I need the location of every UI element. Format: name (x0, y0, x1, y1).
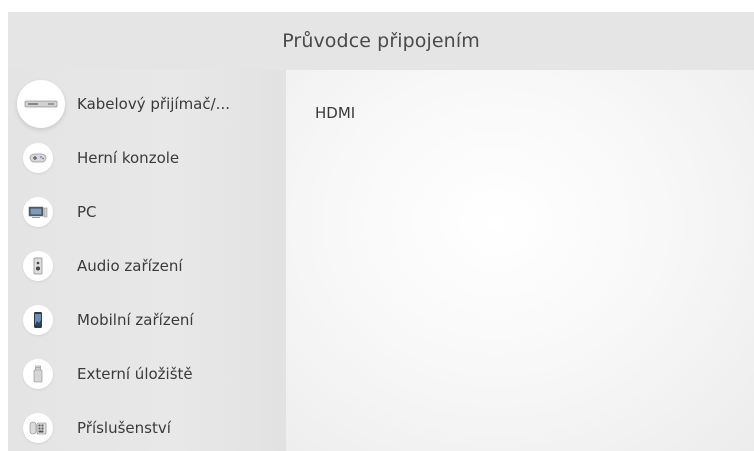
sidebar-item-label: PC (77, 203, 97, 221)
speaker-icon (23, 251, 53, 281)
sidebar-item-external-storage[interactable]: Externí úložiště (8, 352, 286, 396)
connection-type-hdmi[interactable]: HDMI (315, 104, 355, 122)
cable-box-icon (17, 80, 65, 128)
sidebar-item-cable-box[interactable]: Kabelový přijímač/... (8, 80, 286, 128)
sidebar-item-label: Příslušenství (77, 419, 171, 437)
sidebar-item-label: Externí úložiště (77, 365, 193, 383)
usb-drive-icon (23, 359, 53, 389)
sidebar-item-label: Kabelový přijímač/... (77, 95, 230, 113)
connection-guide-screen: Průvodce připojením Kabelový přijímač/..… (8, 12, 754, 451)
sidebar-item-label: Audio zařízení (77, 257, 183, 275)
sidebar-item-audio[interactable]: Audio zařízení (8, 244, 286, 288)
sidebar-item-label: Herní konzole (77, 149, 180, 167)
monitor-icon (23, 197, 53, 227)
header: Průvodce připojením (8, 12, 754, 70)
sidebar-item-label: Mobilní zařízení (77, 311, 194, 329)
page-title: Průvodce připojením (282, 30, 480, 52)
sidebar-item-game-console[interactable]: Herní konzole (8, 136, 286, 180)
keyboard-icon (23, 413, 53, 443)
gamepad-icon (23, 143, 53, 173)
sidebar-item-pc[interactable]: PC (8, 190, 286, 234)
sidebar-item-mobile[interactable]: Mobilní zařízení (8, 298, 286, 342)
sidebar-item-accessories[interactable]: Příslušenství (8, 406, 286, 450)
connection-content-panel: HDMI (286, 70, 754, 451)
sidebar: Kabelový přijímač/... Herní konzole PC A… (8, 70, 286, 451)
smartphone-icon (23, 305, 53, 335)
